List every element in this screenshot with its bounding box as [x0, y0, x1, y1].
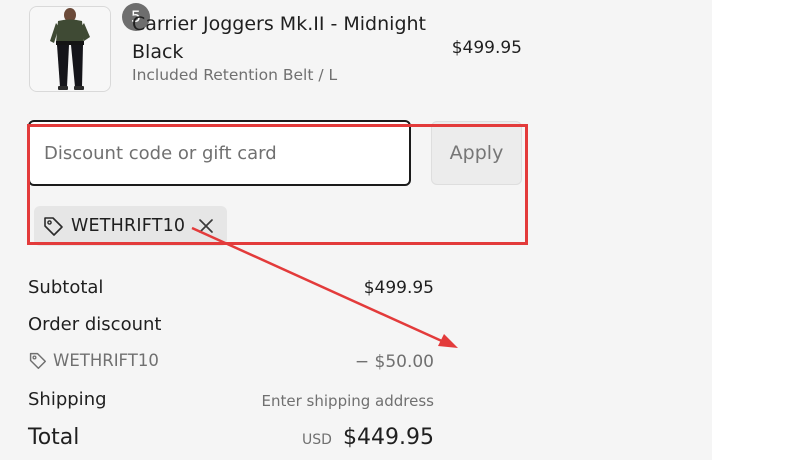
tag-icon [42, 215, 64, 237]
total-currency: USD [302, 432, 332, 448]
apply-discount-button[interactable]: Apply [431, 121, 522, 185]
close-icon[interactable] [196, 216, 216, 236]
subtotal-value: $499.95 [363, 278, 434, 298]
product-price: $499.95 [451, 38, 522, 58]
discount-code-input[interactable] [28, 120, 411, 186]
discount-amount: − $50.00 [354, 352, 434, 372]
total-amount: $449.95 [343, 425, 434, 450]
shipping-label: Shipping [28, 389, 107, 410]
applied-code-label: WETHRIFT10 [71, 216, 186, 236]
tag-icon [28, 351, 47, 370]
discount-code-text: WETHRIFT10 [53, 351, 159, 370]
order-summary-panel: 5 Carrier Joggers Mk.II - Midnight Black… [0, 0, 712, 460]
product-variant: Included Retention Belt / L [132, 66, 338, 84]
shipping-value: Enter shipping address [261, 392, 434, 410]
subtotal-label: Subtotal [28, 277, 104, 298]
product-name: Carrier Joggers Mk.II - Midnight Black [132, 13, 426, 63]
product-image [30, 7, 110, 91]
discount-code-line: WETHRIFT10 [28, 351, 159, 370]
total-label: Total [28, 425, 80, 450]
total-block: USD $449.95 [302, 425, 434, 450]
order-discount-label: Order discount [28, 314, 162, 335]
applied-discount-chip: WETHRIFT10 [34, 206, 227, 246]
product-thumbnail: 5 [29, 3, 150, 92]
